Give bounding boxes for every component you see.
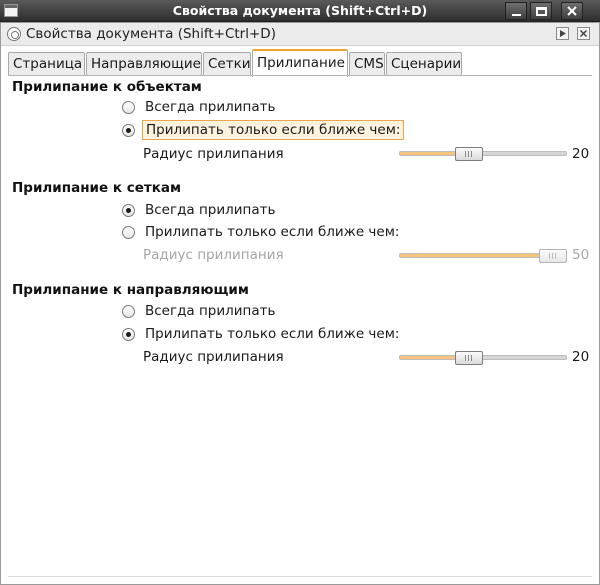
tab-snap[interactable]: Прилипание [252,49,348,77]
guides-radius-slider[interactable] [399,355,567,360]
guides-closer-radio-row[interactable]: Прилипать только если ближе чем: [122,324,402,344]
guides-radius-label: Радиус прилипания [143,349,284,365]
objects-radius-label: Радиус прилипания [143,146,284,162]
objects-radius-fill [400,152,458,155]
minimize-icon [512,14,521,16]
minimize-button[interactable] [505,2,527,20]
maximize-button[interactable] [530,2,552,20]
snap-panel: Прилипание к объектам Всегда прилипать П… [0,76,600,585]
guides-always-radio-row[interactable]: Всегда прилипать [122,301,278,321]
resize-grip[interactable] [8,576,592,582]
objects-closer-radio[interactable] [122,123,135,137]
objects-closer-radio-row[interactable]: Прилипать только если ближе чем: [122,120,405,140]
section-title-guides: Прилипание к направляющим [12,282,249,298]
section-title-grids: Прилипание к сеткам [12,180,182,196]
dock-close-icon [579,29,588,38]
objects-radius-handle[interactable] [455,147,483,161]
grids-radius-value: 50 [572,247,590,263]
window-titlebar[interactable]: Свойства документа (Shift+Ctrl+D) [0,0,600,22]
dock-play-icon [560,30,566,37]
guides-always-radio[interactable] [122,304,135,318]
grids-always-radio-row[interactable]: Всегда прилипать [122,200,278,220]
guides-always-label[interactable]: Всегда прилипать [142,302,278,320]
tab-guides[interactable]: Направляющие [86,52,202,76]
grids-radius-handle [539,249,567,263]
guides-radius-fill [400,356,458,359]
objects-radius-slider[interactable] [399,151,567,156]
objects-always-label[interactable]: Всегда прилипать [142,98,278,116]
objects-closer-label[interactable]: Прилипать только если ближе чем: [142,120,405,140]
grids-closer-radio-row[interactable]: Прилипать только если ближе чем: [122,222,402,242]
close-button[interactable] [561,2,583,20]
objects-always-radio[interactable] [122,100,135,114]
tab-page[interactable]: Страница [8,52,85,76]
guides-closer-label[interactable]: Прилипать только если ближе чем: [142,325,402,343]
close-icon [567,6,577,16]
dock-close-button[interactable] [577,27,590,40]
tab-grids[interactable]: Сетки [203,52,251,76]
tab-cms[interactable]: CMS [349,52,385,76]
objects-radius-value: 20 [572,146,590,162]
tab-scripts[interactable]: Сценарии [386,52,462,76]
grids-closer-label[interactable]: Прилипать только если ближе чем: [142,223,402,241]
grids-radius-label: Радиус прилипания [143,247,284,263]
dock-play-button[interactable] [556,27,569,40]
guides-closer-radio[interactable] [122,327,135,341]
grids-always-radio[interactable] [122,203,135,217]
guides-radius-value: 20 [572,349,590,365]
grids-radius-fill [400,254,542,257]
section-title-objects: Прилипание к объектам [12,79,202,95]
dock-header: Свойства документа (Shift+Ctrl+D) [0,22,600,46]
guides-radius-handle[interactable] [455,351,483,365]
grids-closer-radio[interactable] [122,225,135,239]
objects-always-radio-row[interactable]: Всегда прилипать [122,97,278,117]
document-properties-icon [7,27,21,41]
grids-always-label[interactable]: Всегда прилипать [142,201,278,219]
dock-title: Свойства документа (Shift+Ctrl+D) [26,26,276,42]
maximize-icon [536,7,547,16]
